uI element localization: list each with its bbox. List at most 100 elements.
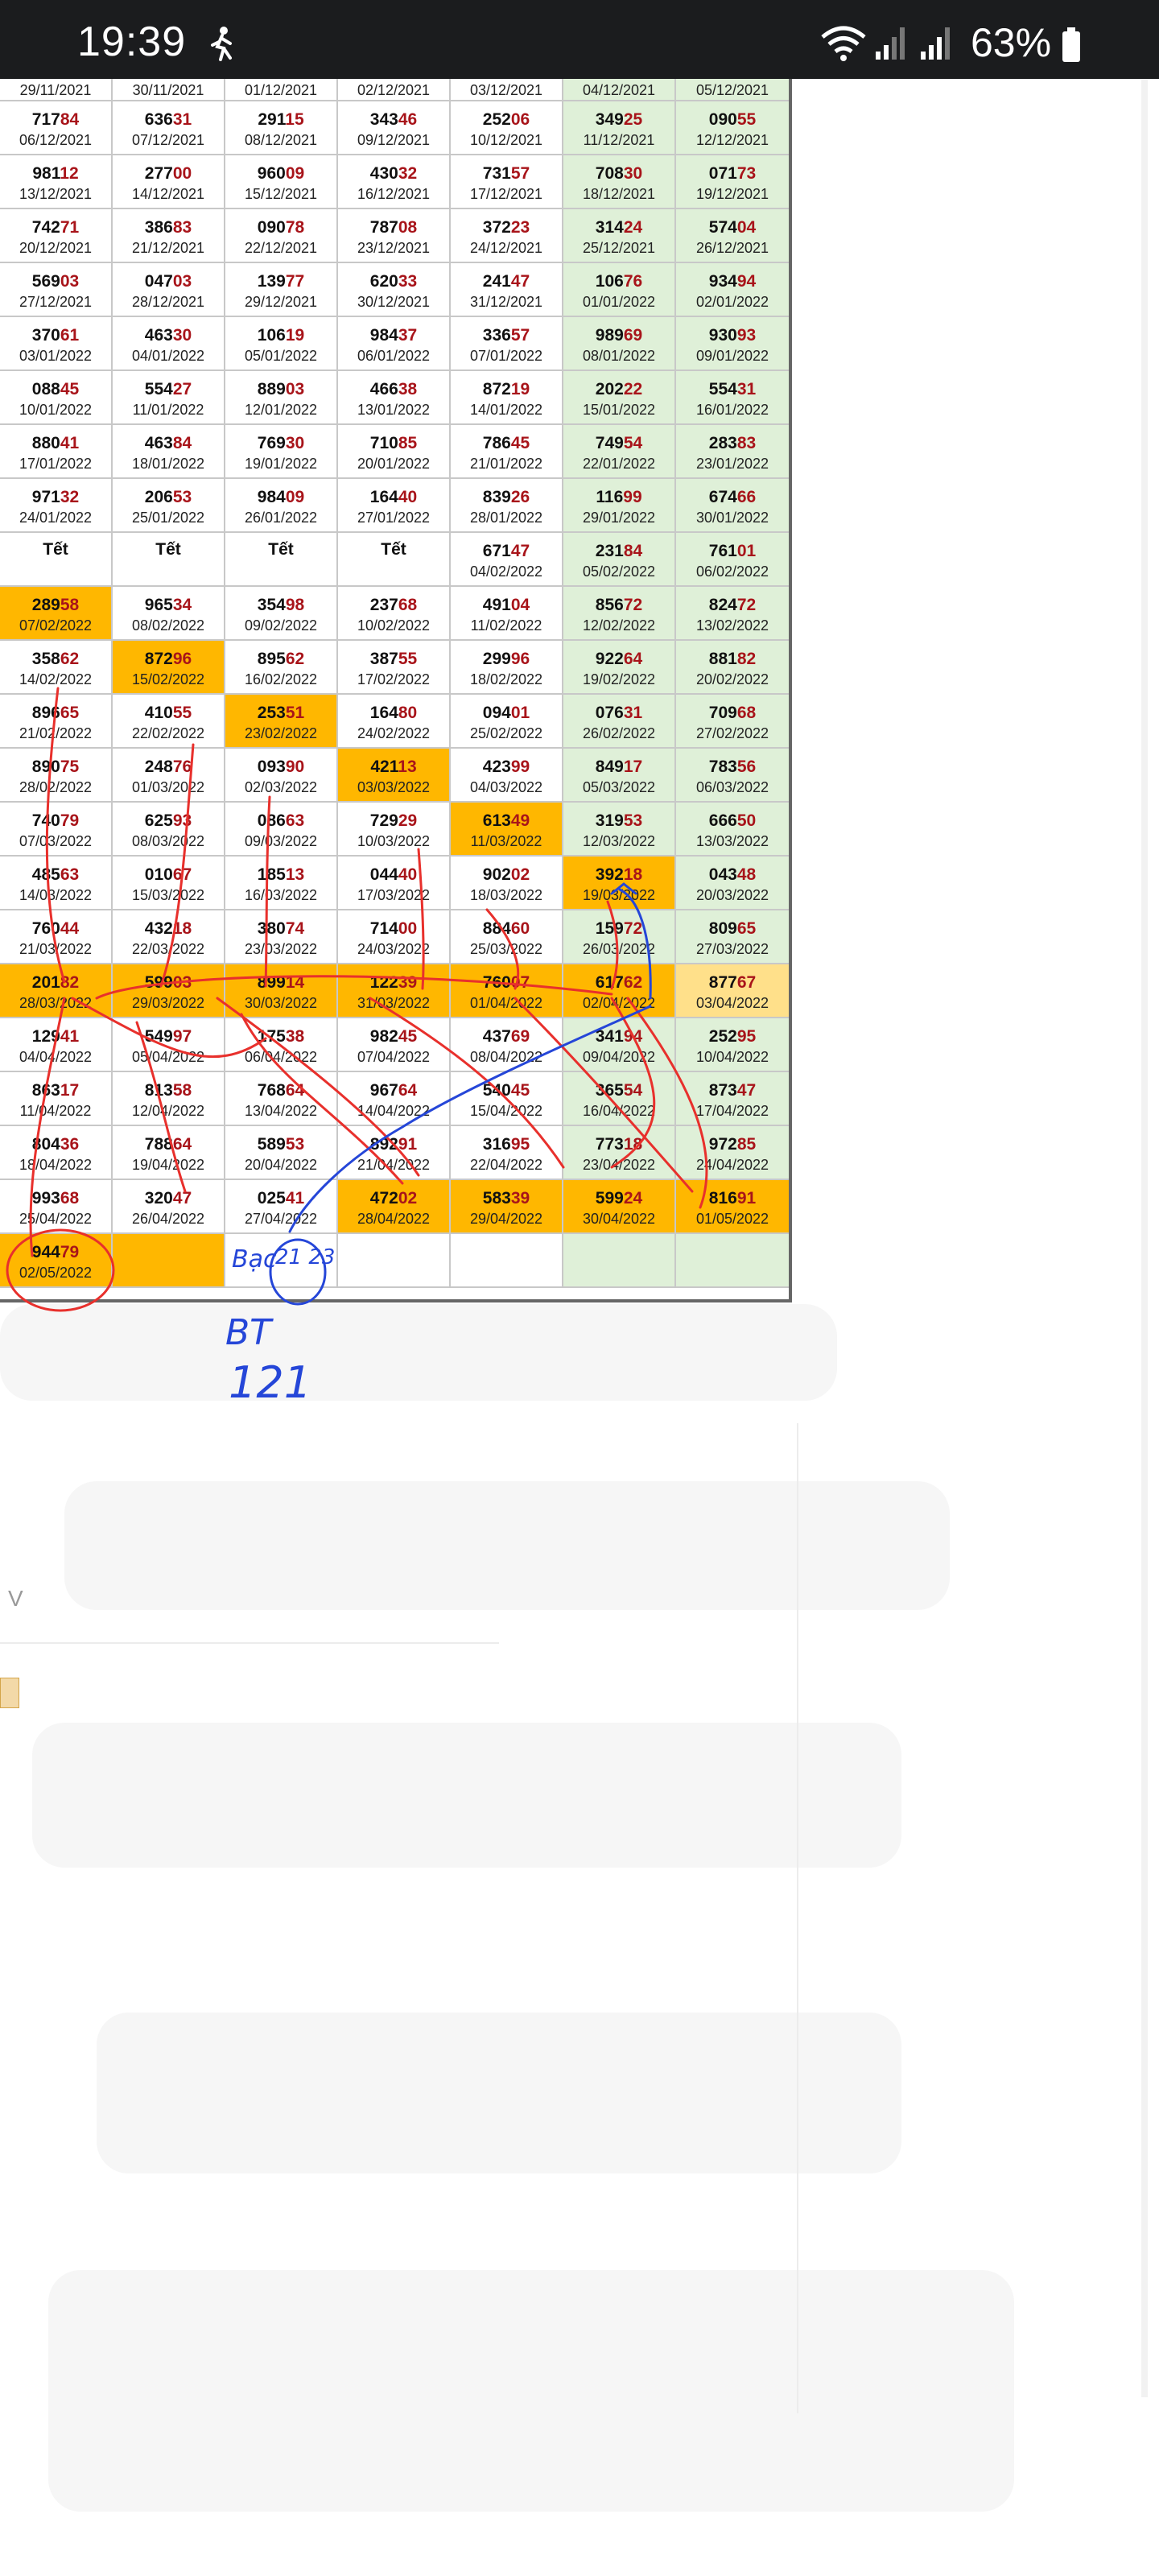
table-row: 12941 04/04/2022 54997 05/04/2022 17538 06/04… xyxy=(0,1018,790,1072)
last-two-digits: 24 xyxy=(623,1189,643,1208)
table-cell: 24876 01/03/2022 xyxy=(113,749,225,803)
result-number: 98409 xyxy=(257,488,305,506)
result-number: 84917 xyxy=(595,758,643,776)
result-number: 85672 xyxy=(595,596,643,614)
result-number: 83926 xyxy=(482,488,530,506)
draw-date: 01/04/2022 xyxy=(469,995,543,1011)
result-number: 46330 xyxy=(144,326,192,345)
result-number: 76101 xyxy=(708,542,757,560)
result-number: 28958 xyxy=(31,596,80,614)
table-cell: 28383 23/01/2022 xyxy=(676,425,790,479)
table-cell: 04703 28/12/2021 xyxy=(113,263,225,317)
table-cell: 87767 03/04/2022 xyxy=(676,964,790,1018)
table-row: 48563 14/03/2022 01067 15/03/2022 18513 16/03… xyxy=(0,857,790,910)
result-number: 20653 xyxy=(144,488,192,506)
result-number: 61762 xyxy=(595,973,643,992)
result-number: 01067 xyxy=(144,865,192,884)
result-number: 71400 xyxy=(369,919,418,938)
draw-date: 07/12/2021 xyxy=(131,132,205,148)
draw-date: 13/01/2022 xyxy=(357,402,431,418)
result-number: 18513 xyxy=(257,865,305,884)
draw-date: 06/04/2022 xyxy=(244,1049,318,1065)
draw-date: 06/01/2022 xyxy=(357,348,431,364)
draw-date: 30/11/2021 xyxy=(132,82,204,98)
draw-date: 15/01/2022 xyxy=(582,402,656,418)
draw-date: 10/02/2022 xyxy=(357,617,431,634)
last-two-digits: 46 xyxy=(398,110,418,129)
draw-date: 21/02/2022 xyxy=(19,725,93,741)
last-two-digits: 23 xyxy=(510,218,530,237)
result-number: 38074 xyxy=(257,919,305,938)
table-cell: 09390 02/03/2022 xyxy=(225,749,338,803)
result-number: 98437 xyxy=(369,326,418,345)
draw-date: 09/01/2022 xyxy=(695,348,769,364)
last-two-digits: 64 xyxy=(623,650,643,668)
table-cell: 08845 10/01/2022 xyxy=(0,371,113,425)
draw-date: 28/01/2022 xyxy=(469,510,543,526)
last-two-digits: 04 xyxy=(510,596,530,614)
table-cell: 46384 18/01/2022 xyxy=(113,425,225,479)
scrollbar-track[interactable] xyxy=(1141,79,1148,2397)
result-number: 98969 xyxy=(595,326,643,345)
draw-date: 30/01/2022 xyxy=(695,510,769,526)
draw-date: 17/01/2022 xyxy=(19,456,93,472)
table-cell: 38074 23/03/2022 xyxy=(225,910,338,964)
table-cell: 24147 31/12/2021 xyxy=(451,263,563,317)
table-cell: 93494 02/01/2022 xyxy=(676,263,790,317)
last-two-digits: 58 xyxy=(172,1081,192,1100)
draw-date: 10/12/2021 xyxy=(469,132,543,148)
last-two-digits: 09 xyxy=(285,164,305,183)
result-number: 57404 xyxy=(708,218,757,237)
last-two-digits: 91 xyxy=(736,1189,757,1208)
table-cell: 96764 14/04/2022 xyxy=(338,1072,451,1126)
result-number: 04348 xyxy=(708,865,757,884)
last-two-digits: 64 xyxy=(172,1135,192,1154)
draw-date: 07/03/2022 xyxy=(19,833,93,849)
result-number: 88041 xyxy=(31,434,80,452)
table-cell: 38683 21/12/2021 xyxy=(113,209,225,263)
table-cell xyxy=(676,1234,790,1288)
result-number: 80965 xyxy=(708,919,757,938)
table-cell: 32047 26/04/2022 xyxy=(113,1180,225,1234)
table-cell: 42113 03/03/2022 xyxy=(338,749,451,803)
result-number: 31695 xyxy=(482,1135,530,1154)
result-number: 67466 xyxy=(708,488,757,506)
draw-date: 21/04/2022 xyxy=(357,1157,431,1173)
result-number: 24147 xyxy=(482,272,530,291)
draw-date: 05/01/2022 xyxy=(244,348,318,364)
draw-date: 22/04/2022 xyxy=(469,1157,543,1173)
table-cell: 38755 17/02/2022 xyxy=(338,641,451,695)
last-two-digits: 32 xyxy=(398,164,418,183)
draw-date: 23/04/2022 xyxy=(582,1157,656,1173)
table-cell: 04440 17/03/2022 xyxy=(338,857,451,910)
last-two-digits: 47 xyxy=(736,1081,757,1100)
table-cell: 58339 29/04/2022 xyxy=(451,1180,563,1234)
last-two-digits: 78 xyxy=(285,218,305,237)
table-cell: 97285 24/04/2022 xyxy=(676,1126,790,1180)
table-cell: 09055 12/12/2021 xyxy=(676,101,790,155)
draw-date: 23/12/2021 xyxy=(357,240,431,256)
result-number: 43218 xyxy=(144,919,192,938)
last-two-digits: 48 xyxy=(736,865,757,884)
table-cell: 76930 19/01/2022 xyxy=(225,425,338,479)
result-number: 74954 xyxy=(595,434,643,452)
last-two-digits: 54 xyxy=(623,1081,643,1100)
last-two-digits: 31 xyxy=(172,110,192,129)
table-cell: 88041 17/01/2022 xyxy=(0,425,113,479)
draw-date: 26/12/2021 xyxy=(695,240,769,256)
table-cell: 97132 24/01/2022 xyxy=(0,479,113,533)
last-two-digits: 06 xyxy=(510,110,530,129)
signal-icon xyxy=(921,27,950,60)
draw-date: 18/02/2022 xyxy=(469,671,543,687)
table-cell: 82472 13/02/2022 xyxy=(676,587,790,641)
table-cell: 01067 15/03/2022 xyxy=(113,857,225,910)
result-number: 81691 xyxy=(708,1189,757,1208)
table-cell: 55431 16/01/2022 xyxy=(676,371,790,425)
result-number: 96534 xyxy=(144,596,192,614)
last-two-digits: 91 xyxy=(398,1135,418,1154)
table-cell: 84917 05/03/2022 xyxy=(563,749,676,803)
last-two-digits: 53 xyxy=(285,1135,305,1154)
last-two-digits: 74 xyxy=(285,919,305,938)
draw-date: 18/03/2022 xyxy=(469,887,543,903)
table-row: 80436 18/04/2022 78864 19/04/2022 58953 20/04… xyxy=(0,1126,790,1180)
